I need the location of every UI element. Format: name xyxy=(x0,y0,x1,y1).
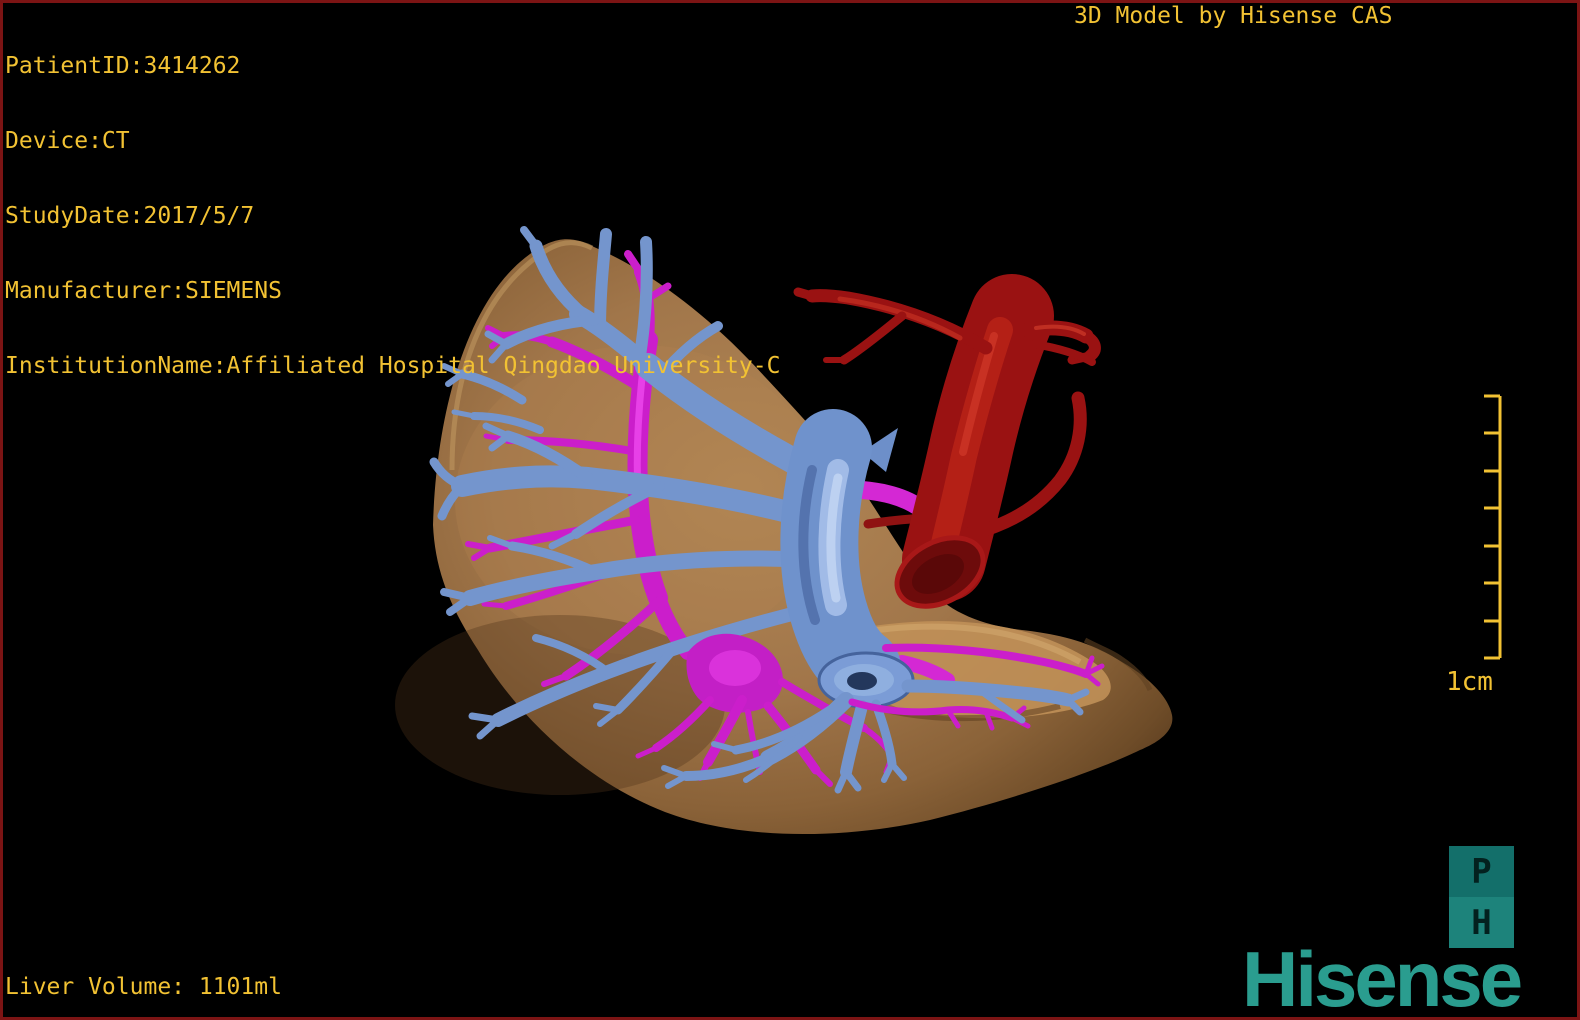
patient-info-overlay: PatientID:3414262 Device:CT StudyDate:20… xyxy=(5,4,780,429)
watermark-text: 3D Model by Hisense CAS xyxy=(1074,3,1393,29)
ph-logo: P H xyxy=(1449,846,1514,948)
scale-bar-label: 1cm xyxy=(1446,667,1493,697)
liver-volume-text: Liver Volume: 1101ml xyxy=(5,974,282,1000)
manufacturer-text: Manufacturer:SIEMENS xyxy=(5,278,282,304)
device-text: Device:CT xyxy=(5,128,130,154)
study-date-text: StudyDate:2017/5/7 xyxy=(5,203,255,229)
scale-bar: 1cm xyxy=(1446,394,1502,697)
institution-text: InstitutionName:Affiliated Hospital Qing… xyxy=(5,353,781,379)
ph-logo-top-block: P xyxy=(1449,846,1514,897)
patient-id-text: PatientID:3414262 xyxy=(5,53,241,79)
hisense-wordmark: Hisense xyxy=(1242,935,1523,1020)
viewer-screen: 1cm PatientID:3414262 Device:CT StudyDat… xyxy=(0,0,1580,1020)
